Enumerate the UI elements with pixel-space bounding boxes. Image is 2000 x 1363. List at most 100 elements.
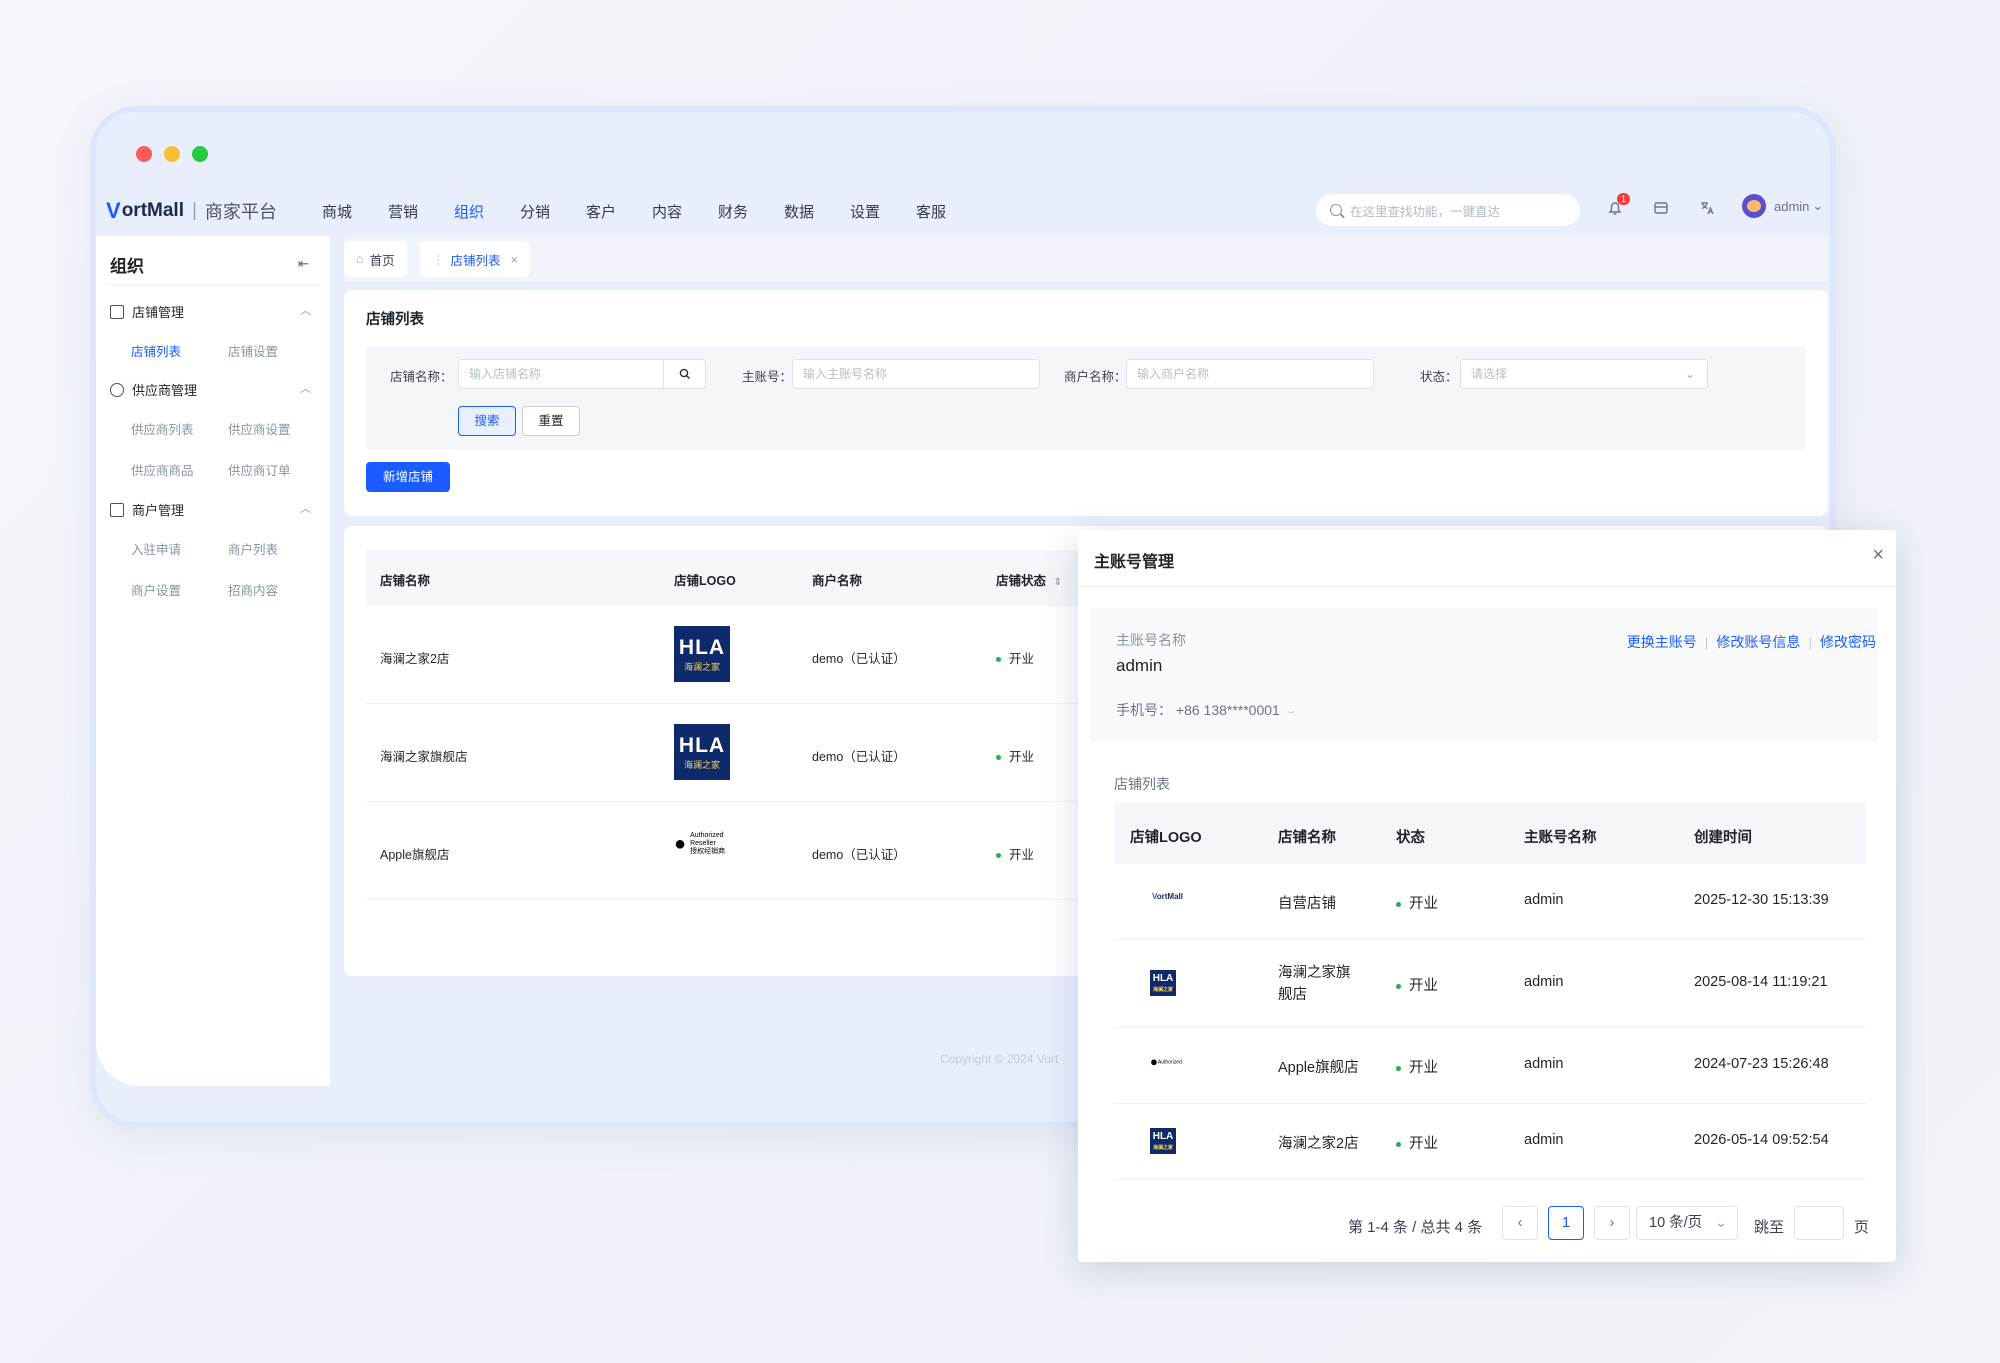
column-header-shop-status[interactable]: 店铺状态 ⇕ [996,570,1062,589]
search-icon[interactable] [663,360,705,388]
phone-value: +86 138****0001 [1175,702,1280,718]
nav-item-organization[interactable]: 组织 [454,201,520,222]
logo-text: 授权经销商 [690,848,726,855]
global-search-input[interactable]: 在这里查找功能，一键直达 [1316,194,1580,226]
change-account-link[interactable]: 更换主账号 [1627,634,1697,650]
status-dot [1396,1141,1401,1147]
dialog-table-header: 店铺LOGO 店铺名称 状态 主账号名称 创建时间 [1114,802,1866,864]
merchant-cell: demo（已认证） [812,750,906,764]
nav-item-marketing[interactable]: 营销 [388,201,454,222]
close-window-dot[interactable] [136,146,152,162]
search-button[interactable]: 搜索 [458,406,516,436]
table-row[interactable]: HLA 海澜之家 海澜之家2店 开业 admin 2026-05-14 09:52… [1114,1104,1866,1180]
sidebar-group-label: 供应商管理 [132,383,198,398]
eye-hidden-icon[interactable]: ⌣ [1288,706,1295,718]
user-menu[interactable]: admin ⌄ [1742,194,1823,218]
nav-item-customers[interactable]: 客户 [586,201,652,222]
top-navigation-bar: V ortMall | 商家平台 商城 营销 组织 分销 客户 内容 财务 数据… [96,184,1830,240]
link-separator: | [1704,634,1709,650]
status-dot [996,755,1001,761]
nav-item-finance[interactable]: 财务 [718,201,784,222]
shop-name-label: 店铺名称： [390,370,453,384]
status-dot [1396,901,1401,907]
filter-panel: 店铺名称： 输入店铺名称 主账号： 输入主账号名称 商户名称： 输入商户名称 状… [366,346,1806,450]
column-header-shop-logo: 店铺LOGO [674,574,736,588]
next-page-button[interactable]: › [1594,1206,1630,1240]
maximize-window-dot[interactable] [192,146,208,162]
nav-item-distribution[interactable]: 分销 [520,201,586,222]
nav-item-service[interactable]: 客服 [916,201,982,222]
table-row[interactable]: VortMall 自营店铺 开业 admin 2025-12-30 15:13:… [1114,864,1866,940]
nav-item-settings[interactable]: 设置 [850,201,916,222]
sidebar-item-supplier-list[interactable]: 供应商列表 [131,419,194,438]
store-icon[interactable] [1652,199,1670,217]
notification-bell-icon[interactable]: 1 [1606,193,1630,217]
sidebar-group-label: 店铺管理 [132,305,185,320]
status-dot [1396,983,1401,989]
nav-item-mall[interactable]: 商城 [322,201,388,222]
logo-text: HLA [1152,973,1174,984]
logo-text: HLA [678,636,726,659]
logo-text: Authorized [690,832,724,839]
change-password-link[interactable]: 修改密码 [1820,634,1876,650]
sidebar-item-applications[interactable]: 入驻申请 [131,539,181,558]
merchant-input[interactable]: 输入商户名称 [1126,359,1374,389]
search-placeholder: 在这里查找功能，一键直达 [1350,204,1501,219]
jump-page-input[interactable] [1794,1206,1844,1240]
sidebar-item-merchant-list[interactable]: 商户列表 [228,539,278,558]
sidebar-item-supplier-settings[interactable]: 供应商设置 [228,419,291,438]
table-row[interactable]: ●Authorized Apple旗舰店 开业 admin 2024-07-23… [1114,1028,1866,1104]
translate-icon[interactable] [1698,199,1716,217]
status-select[interactable]: 请选择 ⌄ [1460,359,1708,389]
close-icon[interactable]: × [1872,544,1884,567]
tab-shop-list[interactable]: ⋮ 店铺列表 × [420,241,531,277]
merchant-cell: demo（已认证） [812,848,906,862]
tab-home[interactable]: ⌂ 首页 [344,241,407,277]
logo-text: ortMall [1156,892,1183,901]
shop-name-cell: Apple旗舰店 [380,848,450,862]
collapse-sidebar-icon[interactable]: ⇤ [298,256,309,272]
dialog-divider [1078,586,1896,587]
table-row[interactable]: HLA 海澜之家 海澜之家旗舰店 开业 admin 2025-08-14 11:1… [1114,940,1866,1028]
logo-text: HLA [1152,1131,1174,1142]
brand-name: ortMall [121,200,184,221]
brand-logo[interactable]: V ortMall | 商家平台 [106,198,277,224]
column-header-shop-name: 店铺名称 [380,574,431,588]
nav-item-data[interactable]: 数据 [784,201,850,222]
reset-button[interactable]: 重置 [522,406,580,436]
status-placeholder: 请选择 [1471,367,1508,381]
phone-row: 手机号： +86 138****0001 ⌣ [1116,700,1295,720]
shop-name-input[interactable]: 输入店铺名称 [458,359,706,389]
account-cell: admin [1524,974,1564,990]
account-input[interactable]: 输入主账号名称 [792,359,1040,389]
sort-icon[interactable]: ⇕ [1054,577,1062,588]
page-size-select[interactable]: 10 条/页 ⌄ [1636,1206,1738,1240]
chevron-up-icon[interactable]: ︿ [300,500,311,516]
nav-item-content[interactable]: 内容 [652,201,718,222]
minimize-window-dot[interactable] [164,146,180,162]
page-1-button[interactable]: 1 [1548,1206,1584,1240]
sidebar-item-shop-settings[interactable]: 店铺设置 [228,341,278,360]
sidebar-group-supplier-management[interactable]: 供应商管理 [110,380,197,399]
status-text: 开业 [1409,978,1438,994]
status-dot [996,657,1001,663]
shop-list-subtitle: 店铺列表 [1114,776,1170,792]
prev-page-button[interactable]: ‹ [1502,1206,1538,1240]
logo-subtext: 海澜之家 [1152,1145,1173,1151]
page-size-value: 10 条/页 [1649,1215,1703,1231]
sidebar-item-recruitment-content[interactable]: 招商内容 [228,580,278,599]
main-account-dialog: 主账号管理 × 主账号名称 admin 手机号： +86 138****0001… [1078,530,1896,1262]
sidebar-item-supplier-orders[interactable]: 供应商订单 [228,460,291,479]
sidebar-title: 组织 [110,257,144,276]
sidebar-item-merchant-settings[interactable]: 商户设置 [131,580,181,599]
logo-subtext: 海澜之家 [1152,987,1173,993]
sidebar-item-supplier-products[interactable]: 供应商商品 [131,460,194,479]
sidebar-group-merchant-management[interactable]: 商户管理 [110,500,184,519]
sidebar-item-shop-list[interactable]: 店铺列表 [131,341,181,360]
chevron-up-icon[interactable]: ︿ [300,302,311,318]
close-icon[interactable]: × [511,252,519,267]
chevron-up-icon[interactable]: ︿ [300,380,311,396]
edit-account-info-link[interactable]: 修改账号信息 [1716,634,1800,650]
add-shop-button[interactable]: 新增店铺 [366,462,450,492]
sidebar-group-shop-management[interactable]: 店铺管理 [110,302,184,321]
